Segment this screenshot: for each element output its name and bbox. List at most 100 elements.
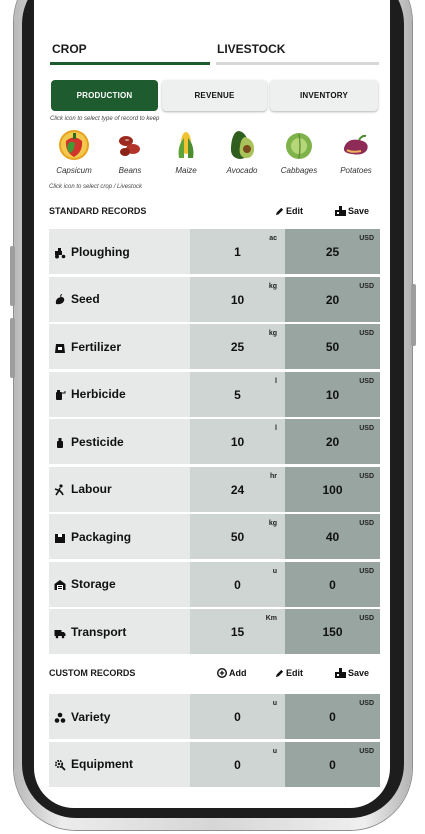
record-row[interactable]: Seed 10 kg 20 USD — [49, 276, 380, 322]
record-row[interactable]: Fertilizer 25 kg 50 USD — [49, 324, 380, 369]
crop-potatoes[interactable]: Potatoes — [328, 128, 384, 178]
app-screen: CROP LIVESTOCK PRODUCTION REVENUE INVENT… — [34, 0, 390, 808]
record-row[interactable]: Equipment 0 u 0 USD — [49, 741, 380, 787]
fertilizer-bag-icon — [54, 341, 66, 353]
quantity-unit: Km — [265, 615, 277, 622]
cost-cell[interactable]: 100 USD — [285, 466, 380, 512]
currency-label: USD — [359, 615, 374, 622]
cost-cell[interactable]: 0 USD — [285, 561, 380, 607]
currency-label: USD — [359, 520, 374, 527]
cost-cell[interactable]: 0 USD — [285, 741, 380, 787]
record-name: Packaging — [71, 529, 132, 544]
record-row[interactable]: Storage 0 u 0 USD — [49, 561, 380, 607]
edit-button[interactable]: Edit — [275, 206, 303, 216]
currency-label: USD — [359, 330, 374, 337]
quantity-cell[interactable]: 10 kg — [190, 276, 285, 322]
currency-label: USD — [359, 377, 374, 385]
custom-records-header: CUSTOM RECORDS Add Edit Save — [49, 668, 381, 682]
record-row[interactable]: Ploughing 1 ac 25 USD — [49, 229, 380, 274]
quantity-value: 50 — [230, 530, 245, 544]
cost-cell[interactable]: 25 USD — [285, 229, 380, 274]
cost-value: 150 — [322, 625, 343, 639]
record-name-cell: Ploughing — [49, 229, 190, 274]
crop-label: Capsicum — [56, 166, 92, 175]
record-row[interactable]: Packaging 50 kg 40 USD — [49, 514, 380, 559]
quantity-cell[interactable]: 15 Km — [190, 609, 285, 654]
crop-avocado[interactable]: Avocado — [214, 128, 270, 178]
quantity-cell[interactable]: 1 ac — [190, 229, 285, 274]
record-row[interactable]: Herbicide 5 l 10 USD — [49, 371, 380, 417]
record-row[interactable]: Pesticide 10 l 20 USD — [49, 419, 380, 464]
record-name-cell: Variety — [49, 694, 190, 739]
maize-icon — [169, 128, 203, 162]
quantity-cell[interactable]: 0u — [190, 741, 285, 787]
quantity-unit: u — [272, 567, 277, 575]
tab-crop-indicator — [50, 62, 210, 65]
cost-cell[interactable]: 20 USD — [285, 276, 380, 322]
record-row[interactable]: Labour 24 hr 100 USD — [49, 466, 380, 512]
tractor-icon — [54, 246, 66, 258]
crop-maize[interactable]: Maize — [158, 128, 214, 178]
edit-label: Edit — [286, 206, 303, 216]
save-icon — [335, 668, 346, 678]
quantity-cell[interactable]: 24 hr — [190, 466, 285, 512]
volume-up-button — [10, 246, 15, 306]
cost-value: 10 — [325, 387, 340, 402]
quantity-value: 10 — [230, 435, 245, 449]
crop-label: Cabbages — [280, 166, 318, 175]
cost-cell[interactable]: 150 USD — [285, 609, 380, 654]
volume-down-button — [10, 318, 15, 378]
record-row[interactable]: Variety 0 u 0 USD — [49, 694, 380, 739]
add-button[interactable]: Add — [217, 668, 247, 678]
crop-hint: Click icon to select crop / Livestock — [49, 184, 143, 190]
record-name: Seed — [71, 292, 100, 306]
quantity-value: 25 — [230, 340, 245, 354]
quantity-cell[interactable]: 25 kg — [190, 324, 285, 369]
save-button[interactable]: Save — [335, 206, 369, 216]
add-label: Add — [229, 668, 247, 678]
crop-cabbages[interactable]: Cabbages — [271, 128, 327, 178]
quantity-value: 5 — [234, 387, 241, 402]
crop-capsicum[interactable]: Capsicum — [46, 128, 102, 178]
quantity-cell[interactable]: 0u — [190, 694, 285, 739]
quantity-cell[interactable]: 5l — [190, 371, 285, 417]
crop-beans[interactable]: Beans — [102, 128, 158, 178]
quantity-cell[interactable]: 10 l — [190, 419, 285, 464]
tab-crop[interactable]: CROP — [52, 42, 87, 56]
capsicum-icon — [57, 128, 91, 162]
record-name: Labour — [71, 482, 112, 496]
cost-value: 0 — [329, 577, 336, 592]
cost-cell[interactable]: 20 USD — [285, 419, 380, 464]
tab-production[interactable]: PRODUCTION — [51, 80, 158, 111]
tab-livestock[interactable]: LIVESTOCK — [217, 42, 285, 56]
tab-livestock-indicator — [216, 62, 379, 65]
currency-label: USD — [359, 235, 374, 242]
quantity-value: 0 — [234, 757, 241, 772]
save-icon — [335, 206, 346, 216]
currency-label: USD — [359, 747, 374, 755]
record-name: Pesticide — [71, 434, 124, 449]
tab-inventory[interactable]: INVENTORY — [270, 80, 378, 111]
cost-value: 0 — [329, 710, 336, 724]
cost-value: 20 — [325, 435, 340, 449]
quantity-value: 10 — [230, 292, 245, 307]
main-tabs: CROP LIVESTOCK — [50, 42, 379, 68]
cost-value: 20 — [325, 292, 340, 307]
cost-cell[interactable]: 50 USD — [285, 324, 380, 369]
tab-revenue[interactable]: REVENUE — [162, 80, 267, 111]
quantity-value: 1 — [234, 245, 241, 259]
packaging-box-icon — [54, 531, 66, 543]
record-name: Variety — [71, 709, 111, 724]
quantity-unit: l — [275, 425, 277, 432]
seed-icon — [54, 293, 66, 305]
record-name-cell: Storage — [49, 561, 190, 607]
cost-cell[interactable]: 10 USD — [285, 371, 380, 417]
quantity-cell[interactable]: 50 kg — [190, 514, 285, 559]
save-button[interactable]: Save — [335, 668, 369, 678]
record-row[interactable]: Transport 15 Km 150 USD — [49, 609, 380, 654]
quantity-unit: kg — [268, 282, 277, 290]
cost-cell[interactable]: 40 USD — [285, 514, 380, 559]
cost-cell[interactable]: 0 USD — [285, 694, 380, 739]
edit-button[interactable]: Edit — [275, 668, 303, 678]
quantity-cell[interactable]: 0u — [190, 561, 285, 607]
